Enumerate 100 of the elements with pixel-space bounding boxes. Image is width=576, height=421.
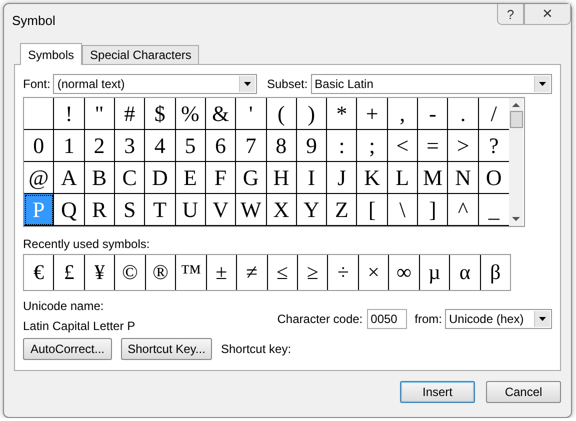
symbol-cell[interactable]: > bbox=[448, 130, 479, 162]
symbol-cell[interactable]: V bbox=[206, 194, 236, 226]
symbol-cell[interactable]: * bbox=[327, 98, 358, 130]
symbol-cell[interactable]: ! bbox=[54, 98, 85, 130]
autocorrect-button[interactable]: AutoCorrect... bbox=[23, 338, 112, 360]
symbol-cell[interactable]: T bbox=[145, 194, 176, 226]
recent-symbol-cell[interactable]: × bbox=[358, 255, 390, 290]
symbol-cell[interactable]: Z bbox=[327, 194, 358, 226]
from-label: from: bbox=[414, 312, 442, 326]
symbol-cell[interactable]: $ bbox=[145, 98, 176, 130]
close-button[interactable]: ✕ bbox=[524, 4, 571, 25]
symbol-cell[interactable]: ; bbox=[357, 130, 388, 162]
subset-dropdown[interactable]: Basic Latin bbox=[310, 74, 552, 94]
cancel-button[interactable]: Cancel bbox=[486, 381, 561, 403]
symbol-cell[interactable]: 7 bbox=[236, 130, 266, 162]
symbol-cell[interactable]: J bbox=[327, 162, 358, 194]
recent-symbol-cell[interactable]: £ bbox=[54, 255, 85, 290]
insert-button[interactable]: Insert bbox=[400, 381, 475, 403]
symbol-cell[interactable]: O bbox=[478, 162, 509, 194]
symbol-cell[interactable]: C bbox=[114, 162, 146, 194]
symbol-cell[interactable]: , bbox=[388, 98, 418, 130]
symbol-cell[interactable]: 0 bbox=[24, 130, 54, 162]
symbol-cell[interactable]: = bbox=[418, 130, 448, 162]
symbol-cell[interactable]: S bbox=[114, 194, 146, 226]
symbol-cell[interactable]: 1 bbox=[54, 130, 85, 162]
recent-symbol-cell[interactable]: α bbox=[450, 255, 481, 290]
symbol-cell[interactable]: 3 bbox=[114, 130, 146, 162]
recent-symbol-cell[interactable]: ® bbox=[146, 255, 176, 290]
symbol-cell[interactable]: Q bbox=[54, 194, 85, 226]
symbol-cell[interactable]: K bbox=[357, 162, 388, 194]
symbol-cell[interactable]: 4 bbox=[145, 130, 176, 162]
help-button[interactable]: ? bbox=[497, 4, 524, 25]
symbol-cell[interactable]: L bbox=[388, 162, 418, 194]
recent-symbol-cell[interactable]: ≠ bbox=[237, 255, 268, 290]
font-label: Font: bbox=[23, 77, 50, 91]
symbol-cell[interactable]: F bbox=[206, 162, 236, 194]
recent-symbol-cell[interactable]: ≤ bbox=[268, 255, 298, 290]
symbol-cell[interactable]: % bbox=[176, 98, 206, 130]
symbol-cell[interactable]: B bbox=[84, 162, 115, 194]
scroll-thumb[interactable] bbox=[510, 111, 522, 128]
tab[interactable]: Special Characters bbox=[82, 45, 200, 64]
recent-symbol-cell[interactable]: ± bbox=[206, 255, 238, 290]
symbol-cell[interactable]: R bbox=[84, 194, 115, 226]
symbol-cell[interactable]: 5 bbox=[176, 130, 206, 162]
symbol-cell[interactable]: ( bbox=[266, 98, 297, 130]
symbol-cell[interactable]: [ bbox=[357, 194, 388, 226]
symbol-cell[interactable]: M bbox=[418, 162, 448, 194]
symbol-cell[interactable]: ^ bbox=[448, 194, 479, 226]
shortcut-key-button[interactable]: Shortcut Key... bbox=[121, 338, 212, 360]
scroll-down-arrow-icon[interactable] bbox=[512, 216, 520, 222]
symbol-cell[interactable]: D bbox=[145, 162, 176, 194]
recent-symbol-cell[interactable]: ™ bbox=[176, 255, 207, 290]
symbol-cell[interactable]: 6 bbox=[206, 130, 236, 162]
recent-symbol-cell[interactable]: β bbox=[480, 255, 510, 290]
symbol-cell[interactable]: Y bbox=[296, 194, 328, 226]
symbol-cell[interactable]: & bbox=[206, 98, 236, 130]
symbol-cell[interactable]: 9 bbox=[296, 130, 328, 162]
recent-symbol-cell[interactable]: € bbox=[24, 255, 54, 290]
symbol-cell[interactable]: @ bbox=[24, 162, 54, 194]
scroll-up-arrow-icon[interactable] bbox=[512, 102, 520, 108]
recent-symbol-cell[interactable]: ≥ bbox=[298, 255, 328, 290]
character-code-field[interactable]: 0050 bbox=[366, 309, 407, 329]
symbol-cell[interactable]: / bbox=[478, 98, 509, 130]
unicode-name-value: Latin Capital Letter P bbox=[23, 319, 136, 333]
symbol-cell[interactable]: H bbox=[266, 162, 297, 194]
recent-symbol-cell[interactable]: ∞ bbox=[389, 255, 420, 290]
symbol-cell[interactable]: W bbox=[236, 194, 266, 226]
recent-symbol-cell[interactable]: µ bbox=[420, 255, 450, 290]
symbol-cell[interactable] bbox=[24, 98, 54, 130]
recent-symbol-cell[interactable]: ¥ bbox=[84, 255, 116, 290]
symbol-cell[interactable]: + bbox=[357, 98, 388, 130]
symbol-cell[interactable]: ' bbox=[236, 98, 266, 130]
recent-symbol-cell[interactable]: ÷ bbox=[328, 255, 359, 290]
symbol-cell[interactable]: U bbox=[176, 194, 206, 226]
font-dropdown[interactable]: (normal text) bbox=[53, 74, 257, 94]
symbol-cell[interactable]: N bbox=[448, 162, 479, 194]
recent-symbol-cell[interactable]: © bbox=[115, 255, 146, 290]
symbol-cell[interactable]: - bbox=[418, 98, 448, 130]
symbol-cell[interactable]: ] bbox=[418, 194, 448, 226]
symbol-cell[interactable]: ) bbox=[296, 98, 328, 130]
symbol-cell[interactable]: A bbox=[54, 162, 85, 194]
symbol-cell[interactable]: < bbox=[388, 130, 418, 162]
symbol-cell[interactable]: 2 bbox=[84, 130, 115, 162]
symbol-cell[interactable]: 8 bbox=[266, 130, 297, 162]
scrollbar[interactable] bbox=[509, 98, 523, 226]
tab[interactable]: Symbols bbox=[20, 43, 82, 65]
symbol-cell[interactable]: G bbox=[236, 162, 266, 194]
from-dropdown[interactable]: Unicode (hex) bbox=[445, 309, 552, 329]
symbol-cell[interactable]: _ bbox=[478, 194, 509, 226]
symbol-cell[interactable]: . bbox=[448, 98, 479, 130]
shortcut-key-label: Shortcut key: bbox=[221, 342, 292, 356]
unicode-name-label: Unicode name: bbox=[23, 299, 105, 313]
symbol-cell[interactable]: X bbox=[266, 194, 297, 226]
symbol-cell[interactable]: # bbox=[114, 98, 146, 130]
symbol-cell[interactable]: I bbox=[296, 162, 328, 194]
symbol-cell[interactable]: " bbox=[84, 98, 115, 130]
symbol-cell[interactable]: E bbox=[176, 162, 206, 194]
symbol-cell[interactable]: ? bbox=[478, 130, 509, 162]
symbol-cell[interactable]: \ bbox=[388, 194, 418, 226]
symbol-cell[interactable]: : bbox=[327, 130, 358, 162]
